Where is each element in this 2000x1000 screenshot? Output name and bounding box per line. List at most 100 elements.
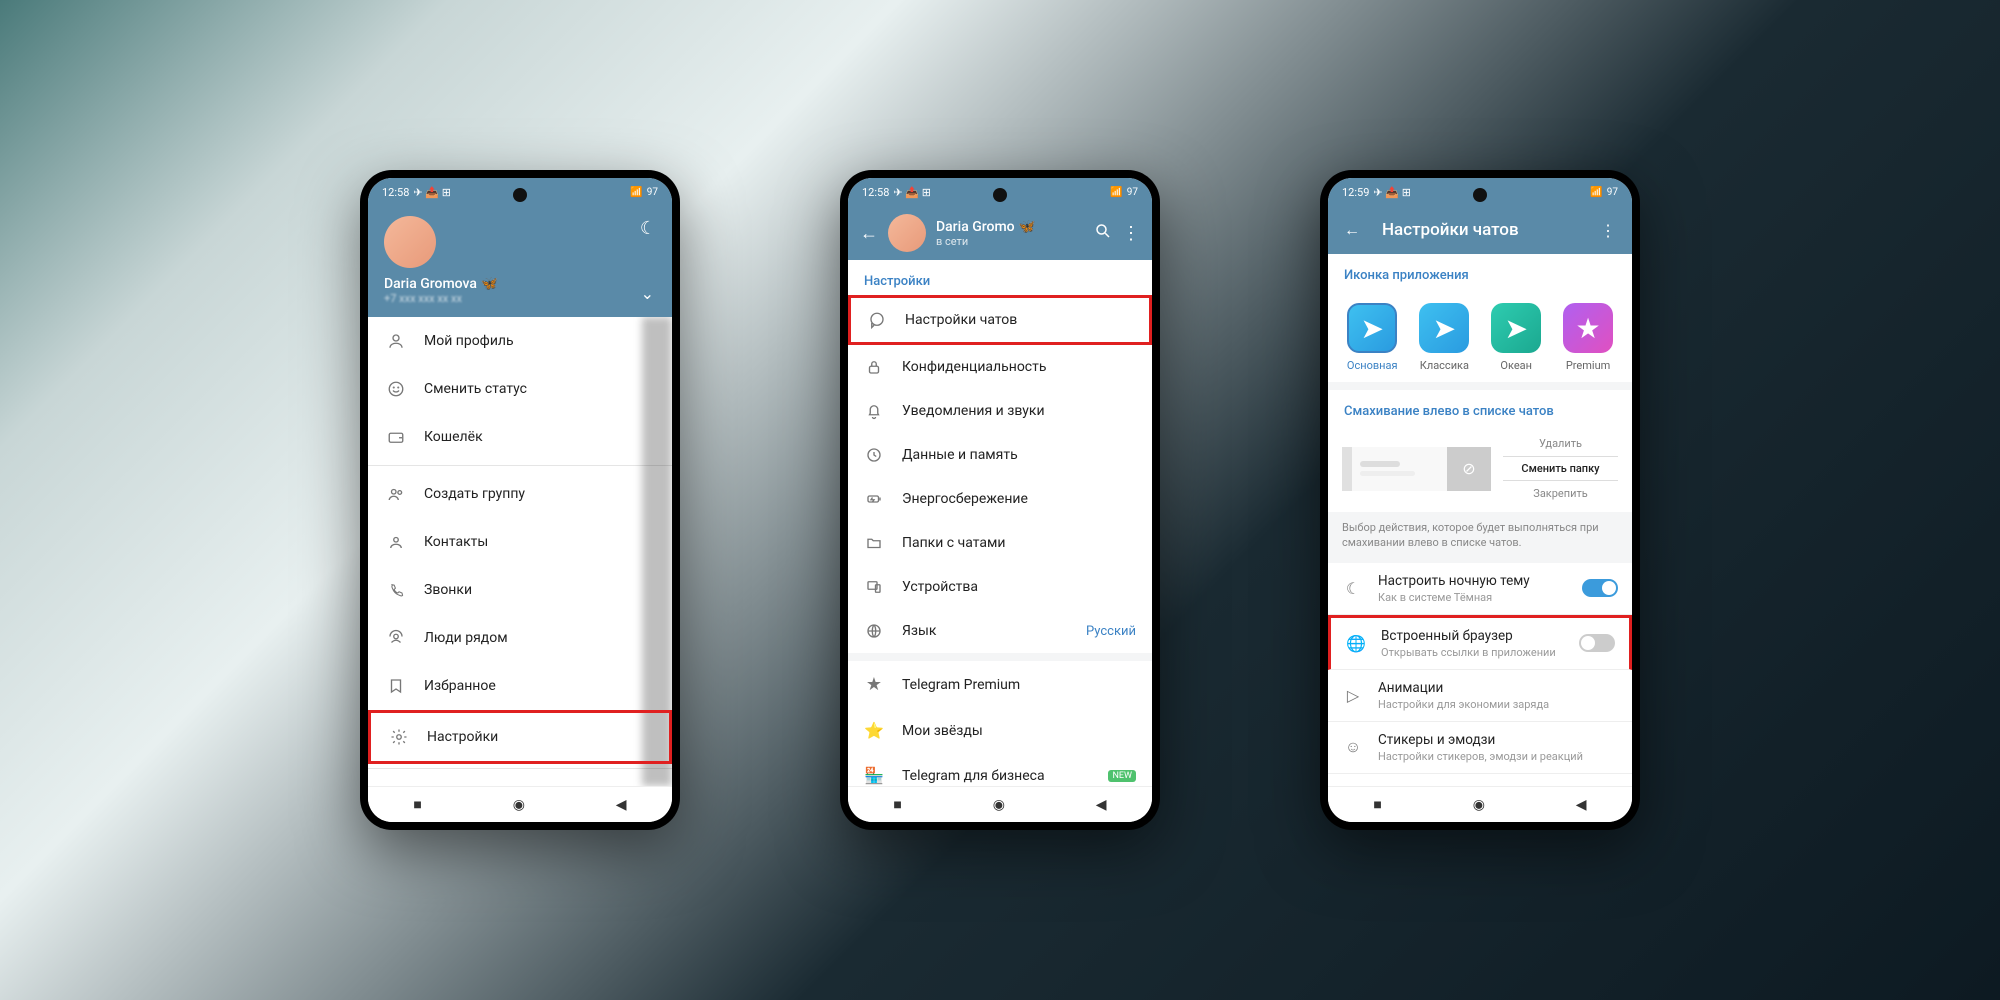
toggle-off[interactable] (1579, 634, 1615, 652)
icon-premium[interactable]: ★Premium (1563, 303, 1613, 372)
avatar[interactable] (384, 216, 436, 268)
menu-wallet[interactable]: Кошелёк (368, 413, 672, 461)
android-navbar: ■ ◉ ◀ (368, 786, 672, 822)
nav-home-icon[interactable]: ◉ (1473, 797, 1485, 813)
sticker-icon: ☺ (1342, 737, 1364, 757)
setting-folders[interactable]: Папки с чатами (848, 521, 1152, 565)
phone-2: 12:58 ✈ 📤 ⊞ 📶 97 ← Daria Gromo 🦋 в сети … (840, 170, 1160, 830)
setting-stickers[interactable]: ☺ Стикеры и эмодзиНастройки стикеров, эм… (1328, 722, 1632, 774)
setting-business[interactable]: 🏪Telegram для бизнесаNEW (848, 753, 1152, 786)
setting-devices[interactable]: Устройства (848, 565, 1152, 609)
night-mode-icon[interactable]: ☾ (640, 218, 656, 239)
nav-recent-icon[interactable]: ■ (893, 796, 901, 813)
lock-icon (864, 358, 884, 376)
toggle-on[interactable] (1582, 579, 1618, 597)
nearby-icon (386, 628, 406, 648)
menu-new-group[interactable]: Создать группу (368, 470, 672, 518)
menu-invite[interactable]: Пригласить друзей (368, 773, 672, 786)
nav-recent-icon[interactable]: ■ (413, 796, 421, 813)
menu-calls[interactable]: Звонки (368, 566, 672, 614)
nav-back-icon[interactable]: ◀ (1096, 797, 1107, 813)
setting-inapp-browser[interactable]: 🌐 Встроенный браузерОткрывать ссылки в п… (1328, 615, 1632, 670)
contact-icon (386, 532, 406, 552)
swipe-preview-block: ⊘ Удалить Сменить папку Закрепить (1328, 425, 1632, 512)
status-bar: 12:58 ✈ 📤 ⊞ 📶 97 (848, 178, 1152, 206)
telegram-icon: ➤ (1491, 303, 1541, 353)
moon-icon: ☾ (1342, 579, 1364, 598)
setting-premium[interactable]: ★Telegram Premium (848, 661, 1152, 708)
setting-animations[interactable]: ▷ АнимацииНастройки для экономии заряда (1328, 670, 1632, 722)
gold-star-icon: ⭐ (864, 721, 884, 740)
gear-icon (389, 727, 409, 747)
nav-home-icon[interactable]: ◉ (993, 797, 1005, 813)
setting-privacy[interactable]: Конфиденциальность (848, 345, 1152, 389)
search-icon[interactable] (1094, 222, 1112, 244)
icon-classic[interactable]: ➤Классика (1419, 303, 1469, 372)
setting-chat[interactable]: Настройки чатов (848, 295, 1152, 345)
icon-main[interactable]: ➤Основная (1347, 303, 1398, 372)
chat-icon (867, 311, 887, 329)
icon-ocean[interactable]: ➤Океан (1491, 303, 1541, 372)
nav-back-icon[interactable]: ◀ (1576, 797, 1587, 813)
telegram-icon: ➤ (1347, 303, 1397, 353)
menu-profile[interactable]: Мой профиль (368, 317, 672, 365)
globe-icon: 🌐 (1345, 634, 1367, 653)
phone-number: +7 xxx xxx xx xx (384, 292, 656, 305)
star-icon: ★ (1563, 303, 1613, 353)
status-bar: 12:58 ✈ 📤 ⊞ 📶 97 (368, 178, 672, 206)
setting-language[interactable]: ЯзыкРусский (848, 609, 1152, 653)
swipe-hint: Выбор действия, которое будет выполнятьс… (1328, 512, 1632, 563)
bookmark-icon (386, 676, 406, 696)
status-bar: 12:59 ✈ 📤 ⊞ 📶 97 (1328, 178, 1632, 206)
smile-icon (386, 379, 406, 399)
menu-contacts[interactable]: Контакты (368, 518, 672, 566)
phone-3: 12:59 ✈ 📤 ⊞ 📶 97 ← Настройки чатов ⋮ Ико… (1320, 170, 1640, 830)
swipe-options[interactable]: Удалить Сменить папку Закрепить (1503, 437, 1618, 500)
menu-status[interactable]: Сменить статус (368, 365, 672, 413)
setting-notifications[interactable]: Уведомления и звуки (848, 389, 1152, 433)
swipe-preview: ⊘ (1342, 447, 1491, 491)
telegram-icon: ➤ (1419, 303, 1469, 353)
setting-night-theme[interactable]: ☾ Настроить ночную темуКак в системе Тём… (1328, 563, 1632, 615)
drawer-header: ☾ Daria Gromova 🦋 +7 xxx xxx xx xx ⌄ (368, 206, 672, 317)
avatar[interactable] (888, 214, 926, 252)
menu-settings[interactable]: Настройки (368, 710, 672, 764)
swipe-section-title: Смахивание влево в списке чатов (1328, 390, 1632, 425)
data-icon (864, 446, 884, 464)
setting-stars[interactable]: ⭐Мои звёзды (848, 708, 1152, 753)
android-navbar: ■ ◉ ◀ (1328, 786, 1632, 822)
folder-icon (864, 534, 884, 552)
nav-recent-icon[interactable]: ■ (1373, 796, 1381, 813)
nav-home-icon[interactable]: ◉ (513, 797, 525, 813)
group-icon (386, 484, 406, 504)
settings-header: ← Daria Gromo 🦋 в сети ⋮ (848, 206, 1152, 260)
wallet-icon (386, 427, 406, 447)
back-icon[interactable]: ← (1344, 220, 1360, 240)
chevron-down-icon[interactable]: ⌄ (641, 284, 654, 303)
page-title: Настройки чатов (1382, 220, 1578, 240)
android-navbar: ■ ◉ ◀ (848, 786, 1152, 822)
drawer-menu: Мой профиль Сменить статус Кошелёк Созда… (368, 317, 672, 786)
phone-icon (386, 580, 406, 600)
shop-icon: 🏪 (864, 766, 884, 785)
block-icon: ⊘ (1447, 447, 1491, 491)
more-icon[interactable]: ⋮ (1600, 221, 1616, 240)
back-icon[interactable]: ← (860, 223, 878, 244)
user-icon (386, 331, 406, 351)
appicon-section-title: Иконка приложения (1328, 254, 1632, 289)
username: Daria Gromova 🦋 (384, 276, 656, 292)
menu-saved[interactable]: Избранное (368, 662, 672, 710)
more-icon[interactable]: ⋮ (1122, 223, 1140, 244)
chat-settings-header: ← Настройки чатов ⋮ (1328, 206, 1632, 254)
star-icon: ★ (864, 674, 884, 695)
new-badge: NEW (1108, 770, 1136, 782)
nav-back-icon[interactable]: ◀ (616, 797, 627, 813)
setting-data[interactable]: Данные и память (848, 433, 1152, 477)
play-icon: ▷ (1342, 686, 1364, 705)
menu-nearby[interactable]: Люди рядом (368, 614, 672, 662)
phone-1: 12:58 ✈ 📤 ⊞ 📶 97 ☾ Daria Gromova 🦋 +7 xx… (360, 170, 680, 830)
battery-icon (864, 490, 884, 508)
devices-icon (864, 578, 884, 596)
bell-icon (864, 402, 884, 420)
setting-power[interactable]: Энергосбережение (848, 477, 1152, 521)
